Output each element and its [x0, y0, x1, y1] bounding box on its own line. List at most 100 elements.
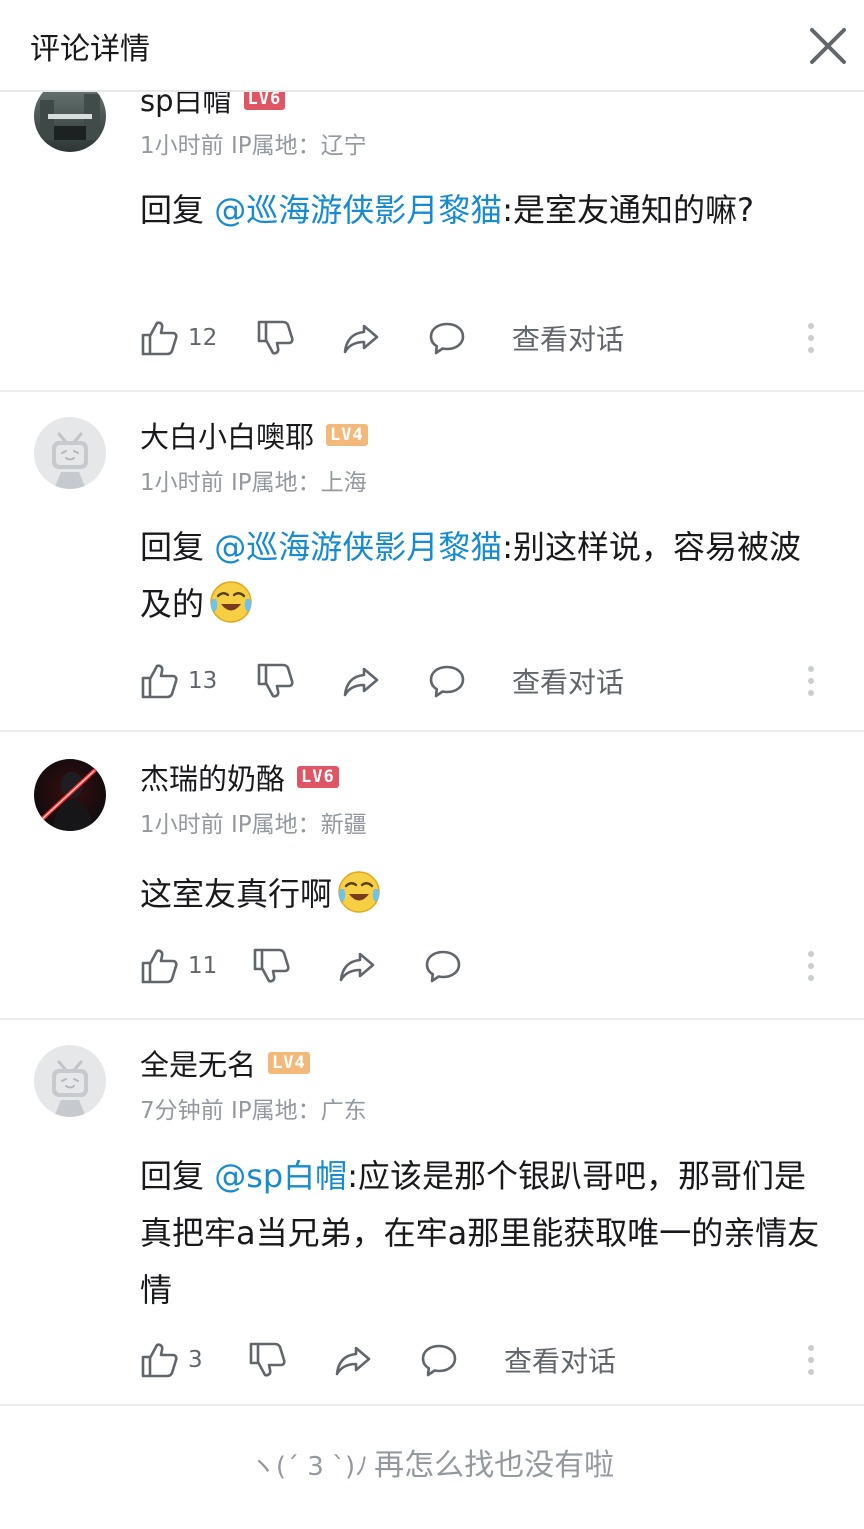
thumbs-down-icon	[253, 948, 290, 983]
view-dialog-label: 查看对话	[512, 323, 625, 356]
comment-actions: 13 查看对话	[140, 661, 840, 701]
reply-prefix: 回复	[140, 1157, 215, 1195]
comment-content: 回复 @巡海游侠影月黎猫:别这样说，容易被波及的	[140, 519, 830, 633]
level-badge: LV4	[268, 1052, 310, 1074]
more-vertical-icon	[808, 951, 814, 981]
divider	[0, 730, 864, 732]
comment-meta: 1小时前 IP属地：上海	[140, 463, 367, 497]
thumbs-up-icon	[141, 321, 178, 356]
thumbs-down-icon	[249, 1342, 286, 1377]
more-button[interactable]	[806, 318, 816, 358]
level-badge: LV4	[326, 424, 368, 446]
thumbs-up-icon	[141, 1343, 178, 1378]
comment-bubble-icon	[429, 665, 465, 698]
share-button[interactable]	[342, 661, 380, 701]
view-dialog-link[interactable]: 查看对话	[512, 318, 624, 358]
avatar[interactable]	[34, 417, 106, 489]
dislike-button[interactable]	[256, 661, 294, 701]
divider	[0, 1018, 864, 1020]
kaomoji: ヽ(ˊ 3 ˋ)ﾉ	[249, 1452, 369, 1482]
username[interactable]: 大白小白噢耶	[140, 414, 314, 456]
comment-actions: 12 查看对话	[140, 318, 840, 358]
like-button[interactable]: 13	[140, 661, 217, 701]
more-button[interactable]	[806, 1340, 816, 1380]
more-button[interactable]	[806, 661, 816, 701]
share-button[interactable]	[342, 318, 380, 358]
like-count: 11	[188, 953, 218, 979]
end-text: 再怎么找也没有啦	[374, 1448, 615, 1483]
like-count: 12	[188, 325, 218, 351]
default-avatar-icon	[34, 1045, 106, 1117]
user-info: 大白小白噢耶 LV4	[140, 414, 368, 456]
comment-bubble-icon	[421, 1344, 457, 1377]
view-dialog-link[interactable]: 查看对话	[512, 661, 624, 701]
comment-text: :是室友通知的嘛?	[502, 191, 754, 229]
thumbs-down-icon	[257, 663, 294, 698]
share-icon	[343, 324, 379, 354]
comment-content: 这室友真行啊	[140, 866, 830, 923]
level-badge: LV6	[297, 766, 339, 788]
like-count: 13	[188, 668, 218, 694]
comment-meta: 7分钟前 IP属地：广东	[140, 1091, 367, 1125]
mention-link[interactable]: @巡海游侠影月黎猫	[214, 191, 502, 229]
more-vertical-icon	[808, 666, 814, 696]
more-vertical-icon	[808, 323, 814, 353]
share-icon	[339, 952, 375, 982]
reply-button[interactable]	[428, 661, 466, 701]
dislike-button[interactable]	[248, 1340, 286, 1380]
ip-location: IP属地：辽宁	[230, 133, 367, 159]
comment-bubble-icon	[429, 322, 465, 355]
ip-location: IP属地：新疆	[230, 812, 367, 838]
reply-prefix: 回复	[140, 528, 215, 566]
mention-link[interactable]: @巡海游侠影月黎猫	[214, 528, 502, 566]
thumbs-up-icon	[141, 949, 178, 984]
ip-location: IP属地：上海	[230, 470, 367, 496]
like-button[interactable]: 3	[140, 1340, 203, 1380]
page-title: 评论详情	[30, 32, 150, 67]
share-icon	[343, 667, 379, 697]
thumbs-up-icon	[141, 664, 178, 699]
username[interactable]: 全是无名	[140, 1042, 256, 1084]
username[interactable]: 杰瑞的奶酪	[140, 756, 285, 798]
view-dialog-label: 查看对话	[504, 1345, 617, 1378]
more-button[interactable]	[806, 946, 816, 986]
comment-time: 7分钟前	[140, 1098, 224, 1124]
view-dialog-label: 查看对话	[512, 666, 625, 699]
ip-location: IP属地：广东	[230, 1098, 367, 1124]
end-of-list-message: ヽ(ˊ 3 ˋ)ﾉ 再怎么找也没有啦	[0, 1440, 864, 1484]
comment-content: 回复 @巡海游侠影月黎猫:是室友通知的嘛?	[140, 182, 830, 239]
header: 评论详情	[0, 0, 864, 92]
view-dialog-link[interactable]: 查看对话	[504, 1340, 616, 1380]
comment-meta: 1小时前 IP属地：辽宁	[140, 126, 367, 160]
comment-text: 这室友真行啊	[140, 875, 333, 913]
reply-button[interactable]	[428, 318, 466, 358]
avatar-image	[34, 759, 106, 831]
comment-content: 回复 @sp白帽:应该是那个银趴哥吧，那哥们是真把牢a当兄弟，在牢a那里能获取唯…	[140, 1148, 830, 1319]
dislike-button[interactable]	[252, 946, 290, 986]
default-avatar-icon	[34, 417, 106, 489]
dislike-button[interactable]	[256, 318, 294, 358]
comment-actions: 3 查看对话	[140, 1340, 840, 1380]
reply-prefix: 回复	[140, 191, 215, 229]
close-button[interactable]	[806, 24, 850, 68]
avatar[interactable]	[34, 759, 106, 831]
user-info: 全是无名 LV4	[140, 1042, 310, 1084]
comment-time: 1小时前	[140, 812, 224, 838]
like-button[interactable]: 11	[140, 946, 217, 986]
mention-link[interactable]: @sp白帽	[214, 1157, 347, 1195]
share-button[interactable]	[334, 1340, 372, 1380]
reply-button[interactable]	[424, 946, 462, 986]
comment-time: 1小时前	[140, 133, 224, 159]
like-button[interactable]: 12	[140, 318, 217, 358]
comment-actions: 11	[140, 946, 840, 986]
avatar[interactable]	[34, 1045, 106, 1117]
share-button[interactable]	[338, 946, 376, 986]
like-count: 3	[188, 1347, 203, 1373]
comment-meta: 1小时前 IP属地：新疆	[140, 805, 367, 839]
laugh-cry-emoji-icon	[208, 579, 254, 625]
user-info: 杰瑞的奶酪 LV6	[140, 756, 339, 798]
thumbs-down-icon	[257, 320, 294, 355]
reply-button[interactable]	[420, 1340, 458, 1380]
close-icon[interactable]	[806, 24, 850, 68]
more-vertical-icon	[808, 1345, 814, 1375]
